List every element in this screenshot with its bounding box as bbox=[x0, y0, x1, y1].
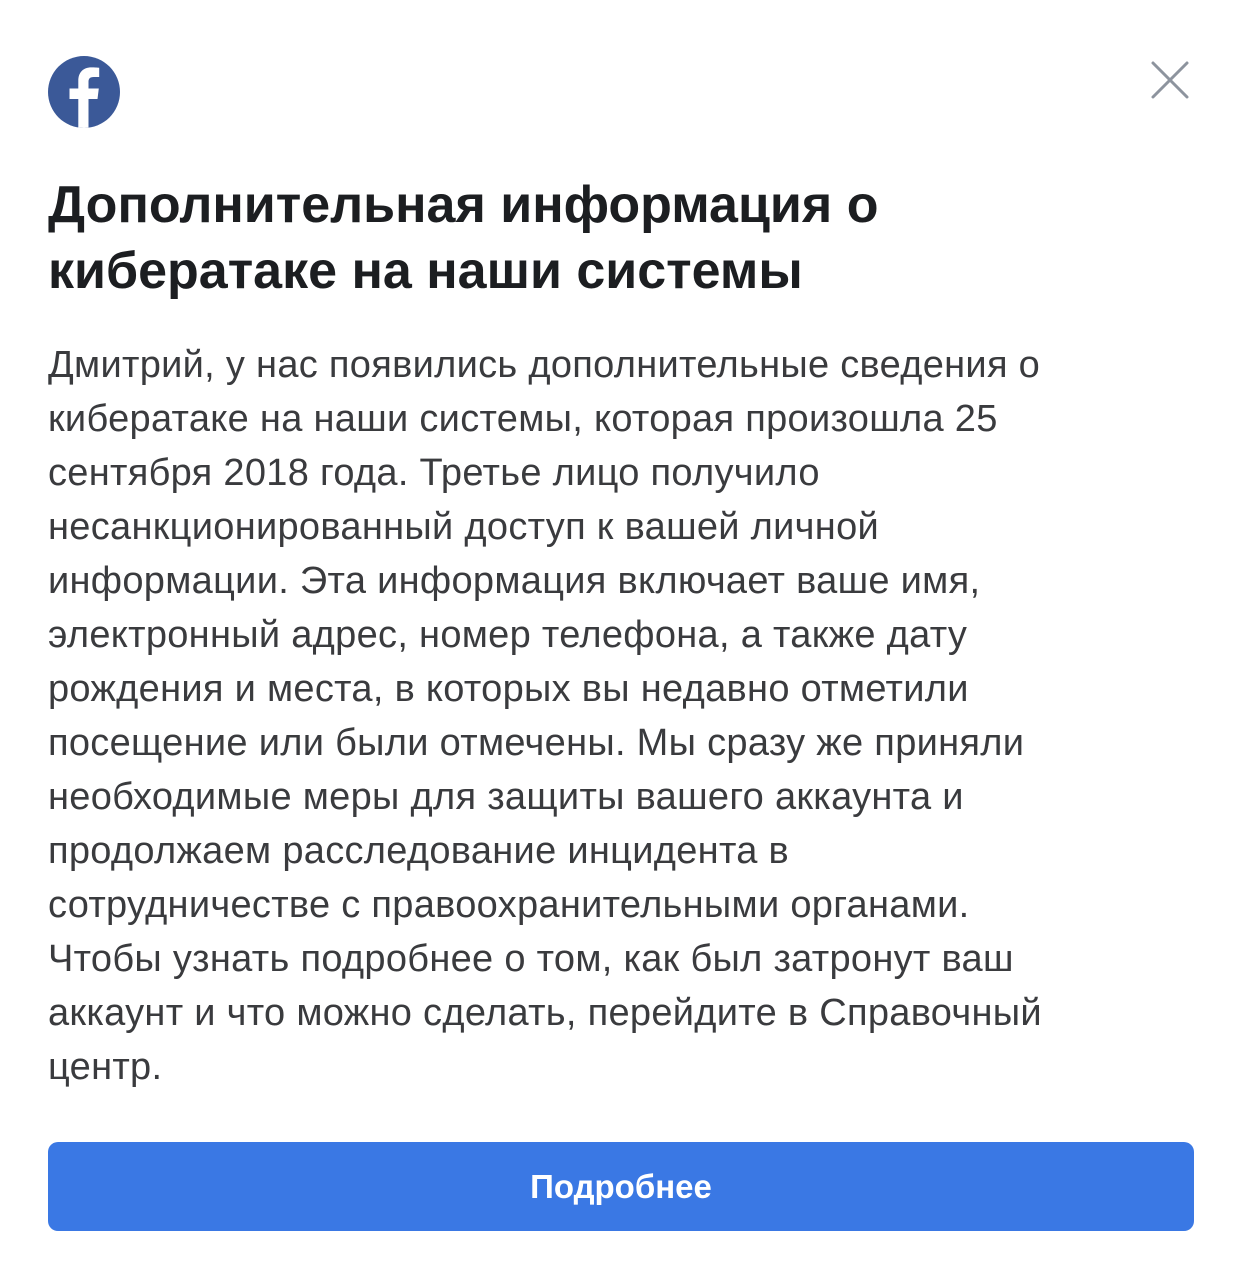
body-line: несанкционированный доступ к вашей лично… bbox=[48, 506, 880, 548]
more-info-button-label: Подробнее bbox=[530, 1167, 712, 1205]
dialog-title-line: Дополнительная информация о bbox=[48, 176, 879, 234]
body-line: информации. Эта информация включает ваше… bbox=[48, 560, 981, 602]
body-line: Дмитрий, у нас появились дополнительные … bbox=[48, 344, 1041, 386]
body-line: центр. bbox=[48, 1046, 163, 1088]
close-icon bbox=[1151, 61, 1189, 99]
body-line: Чтобы узнать подробнее о том, как был за… bbox=[48, 938, 1014, 980]
body-line: аккаунт и что можно сделать, перейдите в… bbox=[48, 992, 1042, 1034]
body-line: необходимые меры для защиты вашего аккау… bbox=[48, 776, 964, 818]
dialog-body: Дмитрий, у нас появились дополнительные … bbox=[48, 338, 1198, 1094]
body-line: сентября 2018 года. Третье лицо получило bbox=[48, 452, 820, 494]
body-line: продолжаем расследование инцидента в bbox=[48, 830, 790, 872]
body-line: сотрудничестве с правоохранительными орг… bbox=[48, 884, 970, 926]
close-button[interactable] bbox=[1146, 56, 1194, 104]
more-info-button[interactable]: Подробнее bbox=[48, 1142, 1194, 1231]
body-line: посещение или были отмечены. Мы сразу же… bbox=[48, 722, 1025, 764]
body-line: рождения и места, в которых вы недавно о… bbox=[48, 668, 969, 710]
dialog-title-line: кибератаке на наши системы bbox=[48, 242, 803, 300]
body-line: электронный адрес, номер телефона, а так… bbox=[48, 614, 968, 656]
dialog-title: Дополнительная информация о кибератаке н… bbox=[48, 172, 1194, 304]
body-line: кибератаке на наши системы, которая прои… bbox=[48, 398, 998, 440]
facebook-logo-icon bbox=[48, 56, 120, 128]
